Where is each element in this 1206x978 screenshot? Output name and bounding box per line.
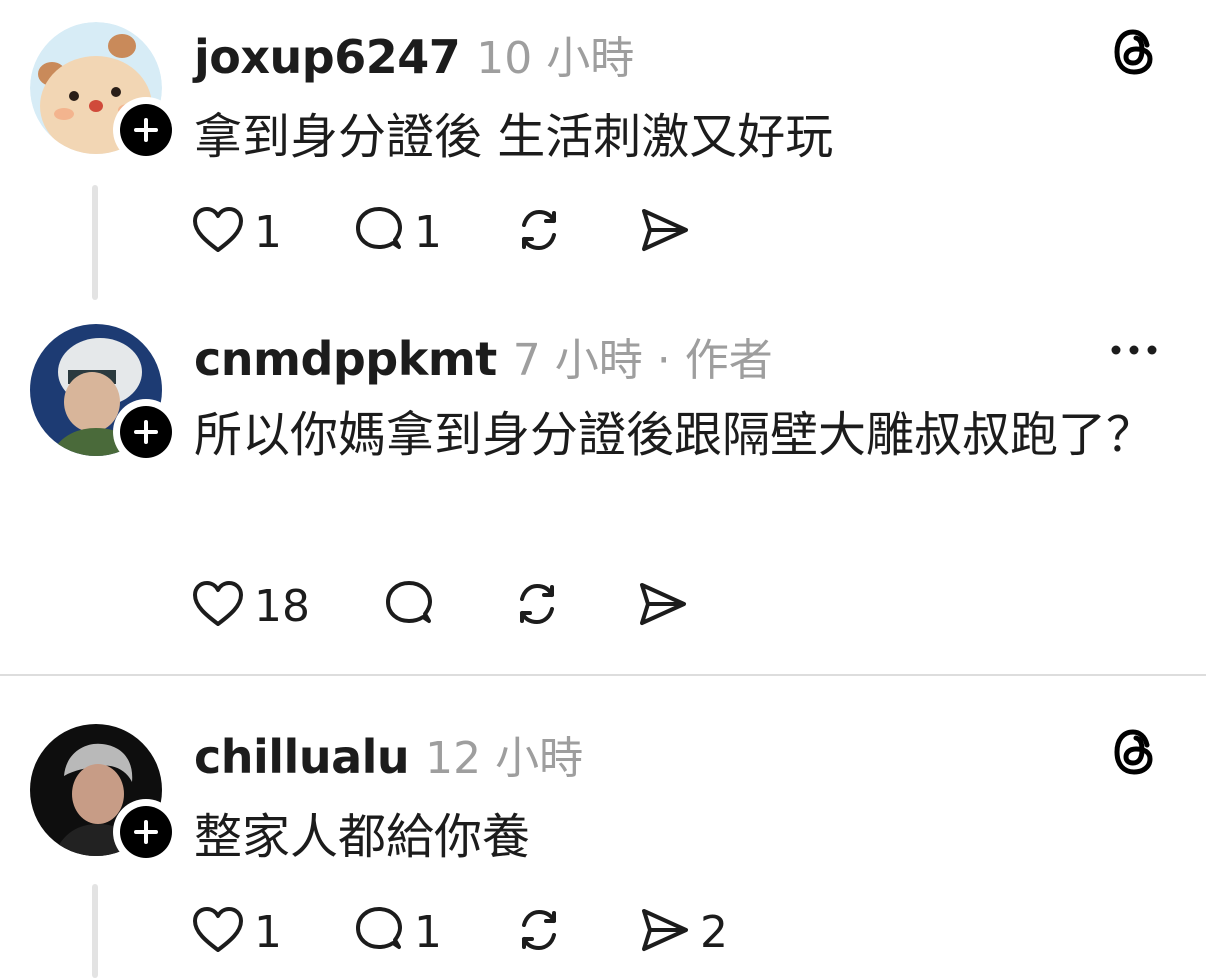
threads-icon[interactable] — [1112, 28, 1158, 80]
send-button[interactable] — [638, 202, 692, 262]
thread-line — [92, 884, 98, 978]
repost-button[interactable] — [512, 902, 566, 962]
share-count: 2 — [700, 906, 728, 958]
send-icon — [638, 903, 692, 961]
post-time: 12 小時 — [425, 733, 584, 784]
repost-icon — [512, 203, 566, 261]
heart-icon — [190, 204, 246, 260]
more-icon[interactable] — [1110, 342, 1158, 362]
reply-button[interactable] — [382, 576, 444, 636]
threads-icon[interactable] — [1112, 728, 1158, 780]
post-text: 所以你媽拿到身分證後跟隔壁大雕叔叔跑了？ — [194, 407, 1155, 463]
repost-button[interactable] — [512, 202, 566, 262]
avatar-wrap[interactable] — [30, 324, 179, 465]
like-count: 1 — [254, 906, 282, 958]
avatar-wrap[interactable] — [30, 724, 179, 865]
post-text: 整家人都給你養 — [194, 809, 531, 865]
reply-count: 1 — [414, 206, 442, 258]
follow-button[interactable] — [113, 799, 179, 865]
post-cnmdppkmt: cnmdppkmt 7 小時 · 作者 所以你媽拿到身分證後跟隔壁大雕叔叔跑了？… — [0, 300, 1206, 675]
heart-icon — [190, 578, 246, 634]
username[interactable]: chillualu — [194, 730, 410, 784]
like-button[interactable]: 1 — [190, 902, 282, 962]
follow-button[interactable] — [113, 97, 179, 163]
post-header: cnmdppkmt 7 小時 · 作者 — [194, 324, 773, 386]
post-header: joxup6247 10 小時 — [194, 22, 634, 84]
comment-icon — [352, 903, 406, 961]
username[interactable]: joxup6247 — [194, 30, 461, 84]
avatar-wrap[interactable] — [30, 22, 179, 163]
post-joxup6247: joxup6247 10 小時 拿到身分證後 生活刺激又好玩 1 1 — [0, 0, 1206, 300]
plus-icon — [120, 104, 172, 156]
thread-line — [92, 185, 98, 300]
send-icon — [638, 203, 692, 261]
send-icon — [636, 577, 690, 635]
reply-button[interactable]: 1 — [352, 902, 442, 962]
plus-icon — [120, 806, 172, 858]
comment-icon — [382, 577, 436, 635]
reply-button[interactable]: 1 — [352, 202, 442, 262]
comment-icon — [352, 203, 406, 261]
send-button[interactable] — [636, 576, 690, 636]
reply-count: 1 — [414, 906, 442, 958]
follow-button[interactable] — [113, 399, 179, 465]
username[interactable]: cnmdppkmt — [194, 332, 497, 386]
repost-button[interactable] — [510, 576, 564, 636]
post-text: 拿到身分證後 生活刺激又好玩 — [194, 109, 834, 165]
send-button[interactable]: 2 — [638, 902, 728, 962]
post-time: 10 小時 — [476, 33, 635, 84]
post-header: chillualu 12 小時 — [194, 722, 583, 784]
like-button[interactable]: 18 — [190, 576, 310, 636]
repost-icon — [512, 903, 566, 961]
like-count: 18 — [254, 580, 310, 632]
like-count: 1 — [254, 206, 282, 258]
like-button[interactable]: 1 — [190, 202, 282, 262]
post-chillualu: chillualu 12 小時 整家人都給你養 1 1 2 — [0, 676, 1206, 978]
repost-icon — [510, 577, 564, 635]
post-time: 7 小時 · 作者 — [512, 335, 773, 386]
plus-icon — [120, 406, 172, 458]
heart-icon — [190, 904, 246, 960]
